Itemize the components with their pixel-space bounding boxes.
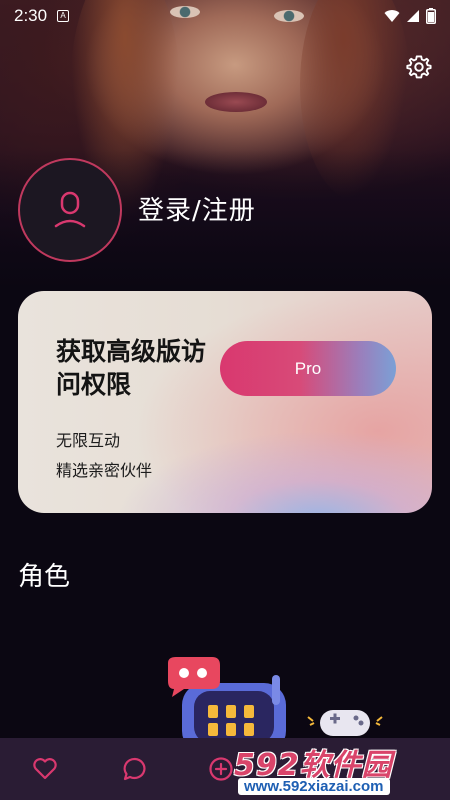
signal-icon	[407, 10, 419, 22]
pro-card-title: 获取高级版访问权限	[56, 337, 207, 399]
settings-button[interactable]	[404, 52, 434, 82]
battery-icon	[426, 8, 436, 24]
status-bar: 2:30 A	[0, 0, 450, 32]
heart-icon	[33, 758, 57, 780]
nav-chat[interactable]	[120, 754, 150, 784]
empty-characters-illustration	[168, 657, 383, 740]
user-icon	[54, 191, 86, 228]
watermark-url: www.592xiazai.com	[238, 778, 390, 795]
nav-favorites[interactable]	[30, 754, 60, 784]
pro-button[interactable]: Pro	[220, 341, 396, 396]
pro-feature-item: 无限互动	[56, 431, 121, 450]
status-time: 2:30	[14, 6, 48, 25]
pro-feature-item: 精选亲密伙伴	[56, 461, 153, 480]
wifi-icon	[384, 10, 400, 22]
gear-icon	[406, 55, 432, 79]
notification-icon: A	[57, 10, 70, 22]
section-title: 角色	[18, 562, 71, 592]
avatar[interactable]	[18, 158, 122, 262]
chat-icon	[123, 757, 146, 781]
pro-upgrade-card[interactable]: 获取高级版访问权限 Pro 无限互动 精选亲密伙伴	[18, 291, 432, 513]
login-register-link[interactable]: 登录/注册	[138, 190, 256, 227]
watermark: 592软件园 www.592xiazai.com	[226, 738, 450, 800]
